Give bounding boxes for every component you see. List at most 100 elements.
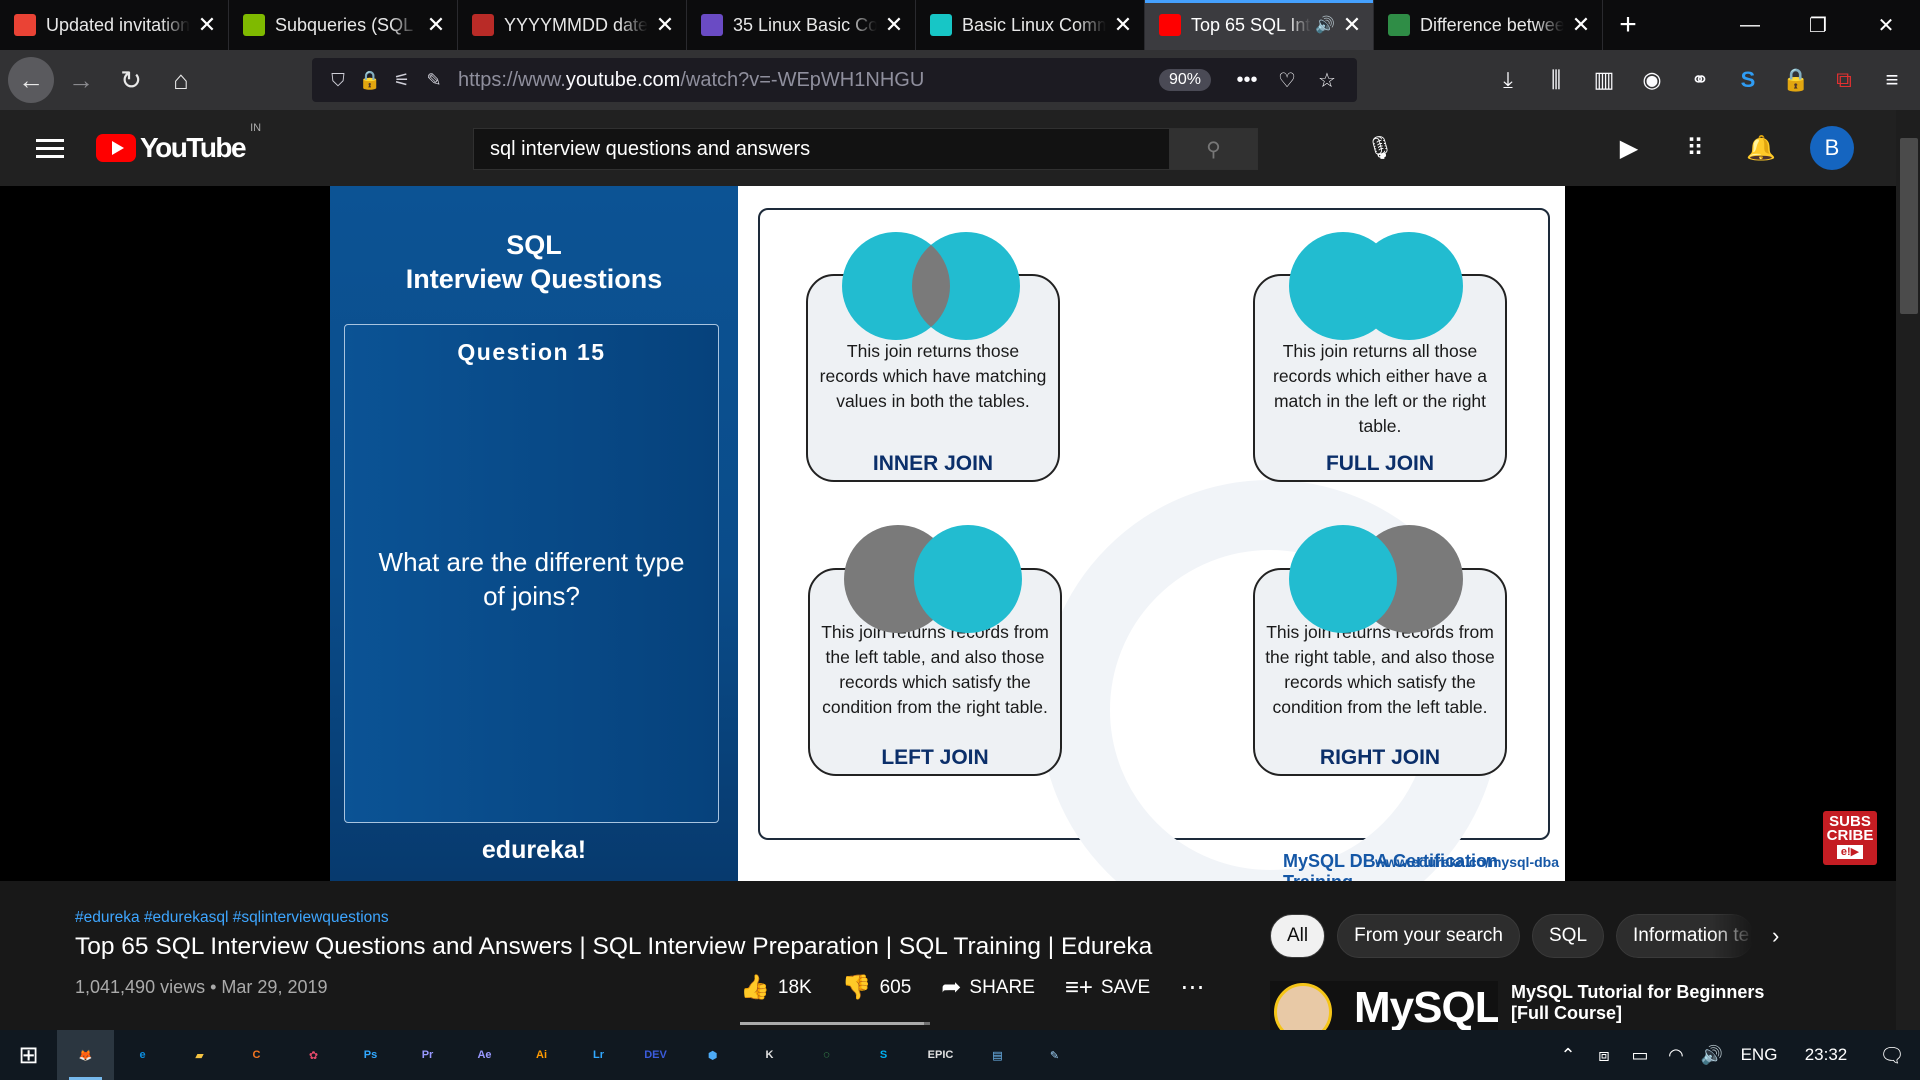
extension-s-icon[interactable]: S [1724,67,1772,93]
close-window-icon[interactable]: ✕ [1852,0,1920,50]
create-video-icon[interactable]: ▶︎ [1596,134,1662,163]
sidebar-icon[interactable]: ▥ [1580,67,1628,93]
extension-pdf-icon[interactable]: ⧉ [1820,67,1868,93]
volume-icon[interactable]: 🔊 [1694,1045,1730,1066]
close-tab-icon[interactable]: ✕ [1570,12,1592,38]
navigation-toolbar: ← → ↻ ⌂ ⛉ 🔒 ⚟ ✎ https://www.youtube.com/… [0,50,1920,110]
tray-chevron-icon[interactable]: ⌃ [1550,1045,1586,1066]
extension-lock-icon[interactable]: 🔒 [1772,67,1820,93]
scrollbar-thumb[interactable] [1900,138,1918,314]
edge-icon[interactable]: e [114,1030,171,1080]
subscribe-watermark-button[interactable]: SUBS CRIBE e!▶ [1823,811,1877,865]
account-icon[interactable]: ◉ [1628,67,1676,93]
forward-icon[interactable]: → [58,57,104,103]
extension-glasses-icon[interactable]: ⚭ [1676,67,1724,93]
browser-tab[interactable]: Difference between ✕ [1374,0,1603,50]
back-icon[interactable]: ← [8,57,54,103]
premiere-icon[interactable]: Pr [399,1030,456,1080]
url-prefix: https://www. [458,68,566,91]
microphone-icon[interactable]: 🎙 [1360,128,1400,168]
k-app-icon[interactable]: K [741,1030,798,1080]
close-tab-icon[interactable]: ✕ [196,12,218,38]
chips-next-icon[interactable]: › [1772,923,1779,949]
browser-tab[interactable]: Updated invitation ✕ [0,0,229,50]
meet-now-icon[interactable]: ⧈ [1586,1045,1622,1066]
recommended-video-thumbnail[interactable]: MySQL [1270,981,1498,1030]
permissions-icon[interactable]: ⚟ [386,70,418,91]
tab-audio-icon[interactable]: 🔊 [1315,15,1335,35]
close-tab-icon[interactable]: ✕ [1341,12,1363,38]
like-button[interactable]: 👍 18K [740,973,812,1002]
epic-games-icon[interactable]: EPIC [912,1030,969,1080]
shield-icon[interactable]: ⛉ [322,70,354,91]
firefox-icon[interactable]: 🦊 [57,1030,114,1080]
browser-tab[interactable]: YYYYMMDD date format ✕ [458,0,687,50]
filter-chip[interactable]: SQL [1532,914,1605,958]
spinner-app-icon[interactable]: ◌ [798,1030,855,1080]
filter-chip[interactable]: Information te [1616,914,1755,958]
avatar[interactable]: B [1810,126,1854,170]
close-tab-icon[interactable]: ✕ [425,12,447,38]
dislike-button[interactable]: 👎 605 [842,973,912,1002]
close-tab-icon[interactable]: ✕ [883,12,905,38]
bookmark-star-icon[interactable]: ☆ [1307,68,1347,93]
more-actions-icon[interactable]: ⋯ [1180,973,1212,1002]
page-actions-icon[interactable]: ••• [1227,69,1267,92]
system-clock[interactable]: 23:32 [1788,1045,1864,1065]
new-tab-button[interactable]: + [1603,0,1653,50]
photoshop-icon[interactable]: Ps [342,1030,399,1080]
url-text[interactable]: https://www.youtube.com/watch?v=-WEpWH1N… [458,69,1159,92]
home-icon[interactable]: ⌂ [158,57,204,103]
share-button[interactable]: ➦ SHARE [941,973,1035,1002]
apps-grid-icon[interactable]: ⠿ [1662,134,1728,163]
filter-chip[interactable]: All [1270,914,1326,958]
page-scrollbar[interactable] [1896,110,1920,1030]
address-bar[interactable]: ⛉ 🔒 ⚟ ✎ https://www.youtube.com/watch?v=… [312,58,1357,102]
wifi-icon[interactable]: ◠ [1658,1045,1694,1066]
meta-separator: • [210,977,222,997]
browser-tab[interactable]: Top 65 SQL Interview🔊 ✕ [1145,0,1374,50]
reload-icon[interactable]: ↻ [108,57,154,103]
close-tab-icon[interactable]: ✕ [654,12,676,38]
notepad-icon[interactable]: ▤ [969,1030,1026,1080]
browser-tab[interactable]: Subqueries (SQL Server) ✕ [229,0,458,50]
pen-app-icon[interactable]: ✎ [1026,1030,1083,1080]
notifications-bell-icon[interactable]: 🔔 [1728,134,1794,163]
illustrator-icon[interactable]: Ai [513,1030,570,1080]
video-player[interactable]: SQL Interview Questions Question 15 What… [0,186,1896,881]
brain-app-icon[interactable]: ✿ [285,1030,342,1080]
window-controls: — ❐ ✕ [1716,0,1920,50]
filter-chip[interactable]: From your search [1337,914,1520,958]
file-explorer-icon[interactable]: ▰ [171,1030,228,1080]
dev-app-icon[interactable]: DEV [627,1030,684,1080]
search-button[interactable]: ⚲ [1170,128,1258,170]
browser-tab[interactable]: 35 Linux Basic Commands ✕ [687,0,916,50]
youtube-logo[interactable]: YouTube IN [96,122,261,164]
battery-icon[interactable]: ▭ [1622,1045,1658,1066]
minimize-icon[interactable]: — [1716,0,1784,50]
recommended-video-title[interactable]: MySQL Tutorial for Beginners [Full Cours… [1511,982,1764,1024]
zoom-level[interactable]: 90% [1158,69,1211,91]
lightroom-icon[interactable]: Lr [570,1030,627,1080]
browser-tab[interactable]: Basic Linux Commands ✕ [916,0,1145,50]
video-hashtags[interactable]: #edureka #edurekasql #sqlinterviewquesti… [75,909,389,927]
windows-start-icon[interactable]: ⊞ [0,1030,57,1080]
video-frame[interactable]: SQL Interview Questions Question 15 What… [330,186,1565,881]
restore-icon[interactable]: ❐ [1784,0,1852,50]
guide-menu-icon[interactable] [36,138,64,158]
action-center-icon[interactable]: 🗨 [1864,1043,1920,1068]
search-input[interactable]: sql interview questions and answers [473,128,1170,170]
crunchyroll-icon[interactable]: C [228,1030,285,1080]
lock-icon[interactable]: 🔒 [354,70,386,91]
save-button[interactable]: ≡+ SAVE [1065,974,1150,1002]
close-tab-icon[interactable]: ✕ [1112,12,1134,38]
reader-edit-icon[interactable]: ✎ [418,70,450,91]
box-app-icon[interactable]: ⬢ [684,1030,741,1080]
pocket-icon[interactable]: ♡ [1267,68,1307,93]
after-effects-icon[interactable]: Ae [456,1030,513,1080]
input-language[interactable]: ENG [1730,1045,1788,1065]
skype-icon[interactable]: S [855,1030,912,1080]
download-icon[interactable]: ⤓ [1484,67,1532,93]
menu-icon[interactable]: ≡ [1868,67,1916,93]
library-icon[interactable]: ⫼ [1532,67,1580,93]
